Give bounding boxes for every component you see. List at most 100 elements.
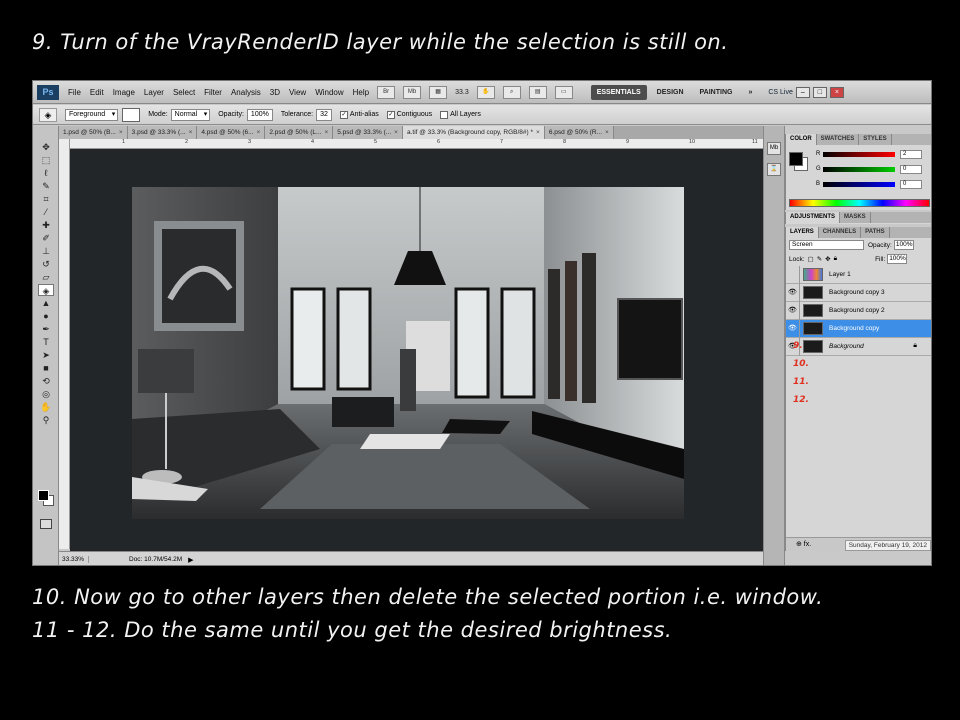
3d-orbit-tool-icon[interactable]: ◎ xyxy=(38,388,54,400)
opacity-field[interactable]: 100% xyxy=(246,108,273,121)
hand-tool-icon[interactable]: ✋ xyxy=(38,401,54,413)
healing-brush-tool-icon[interactable]: ✚ xyxy=(38,219,54,231)
paint-bucket-icon[interactable]: ◈ xyxy=(39,107,57,122)
menu-edit[interactable]: Edit xyxy=(90,88,104,97)
fill-field[interactable]: 100% xyxy=(887,254,908,264)
menu-window[interactable]: Window xyxy=(315,88,343,97)
close-button[interactable]: × xyxy=(829,86,844,98)
pattern-swatch[interactable] xyxy=(122,107,141,122)
layer-row[interactable]: Layer 1 xyxy=(786,265,931,284)
restore-button[interactable]: □ xyxy=(812,86,827,98)
doc-tab[interactable]: 6.psd @ 50% (R... × xyxy=(544,126,614,139)
menu-layer[interactable]: Layer xyxy=(144,88,164,97)
menu-help[interactable]: Help xyxy=(353,88,369,97)
hand-tool-icon[interactable]: ✋ xyxy=(476,85,495,99)
close-tab-icon[interactable]: × xyxy=(257,126,261,139)
eye-icon[interactable]: 👁︎ xyxy=(786,283,800,302)
link-fx-icons[interactable]: ⊕ fx. xyxy=(796,541,811,548)
status-menu-arrow-icon[interactable]: ▶ xyxy=(188,556,193,564)
blend-mode-select[interactable]: Screen xyxy=(789,240,864,250)
tab-masks[interactable]: MASKS xyxy=(840,212,871,223)
brush-tool-icon[interactable]: ✐ xyxy=(38,232,54,244)
cs-live-button[interactable]: CS Live xyxy=(768,89,793,96)
zoom-tool-icon[interactable]: ⌕ xyxy=(502,85,521,99)
close-tab-icon[interactable]: × xyxy=(536,126,540,139)
close-tab-icon[interactable]: × xyxy=(189,126,193,139)
blue-slider-row[interactable]: B 0 xyxy=(816,179,931,189)
close-tab-icon[interactable]: × xyxy=(605,126,609,139)
3d-rotate-tool-icon[interactable]: ⟲ xyxy=(38,375,54,387)
ruler-vertical[interactable] xyxy=(59,139,70,549)
clone-stamp-tool-icon[interactable]: ⊥ xyxy=(38,245,54,257)
menu-analysis[interactable]: Analysis xyxy=(231,88,261,97)
tolerance-field[interactable]: 32 xyxy=(316,108,332,121)
red-slider-row[interactable]: R 2 xyxy=(816,149,931,159)
tab-swatches[interactable]: SWATCHES xyxy=(817,134,860,145)
marquee-tool-icon[interactable]: ⬚ xyxy=(38,154,54,166)
zoom-level[interactable]: 33.3 xyxy=(455,89,469,96)
arrange-documents-icon[interactable]: ▤ xyxy=(528,85,547,99)
history-icon[interactable]: ⌛ xyxy=(767,163,781,176)
eraser-tool-icon[interactable]: ▱ xyxy=(38,271,54,283)
doc-tab[interactable]: 5.psd @ 33.3% (... × xyxy=(333,126,403,139)
foreground-color-swatch[interactable] xyxy=(38,490,49,501)
shape-tool-icon[interactable]: ■ xyxy=(38,362,54,374)
eyedropper-tool-icon[interactable]: ⁄ xyxy=(38,206,54,218)
doc-tab[interactable]: 1.psd @ 50% (B... × xyxy=(59,126,128,139)
move-tool-icon[interactable]: ✥ xyxy=(38,141,54,153)
dodge-tool-icon[interactable]: ● xyxy=(38,310,54,322)
close-tab-icon[interactable]: × xyxy=(324,126,328,139)
mode-select[interactable]: Normal xyxy=(170,108,211,121)
anti-alias-checkbox[interactable]: ✓ Anti-alias xyxy=(339,110,379,119)
red-value[interactable]: 2 xyxy=(900,149,922,159)
contiguous-checkbox[interactable]: ✓ Contiguous xyxy=(386,110,432,119)
fill-source-select[interactable]: Foreground xyxy=(65,108,119,121)
quick-mask-icon[interactable] xyxy=(40,519,52,529)
doc-tab[interactable]: 4.psd @ 50% (6... × xyxy=(197,126,266,139)
quick-select-tool-icon[interactable]: ✎ xyxy=(38,180,54,192)
visibility-toggle[interactable] xyxy=(786,265,800,284)
tab-layers[interactable]: LAYERS xyxy=(786,227,819,238)
extras-button[interactable]: ▦ xyxy=(429,85,448,99)
menu-view[interactable]: View xyxy=(289,88,306,97)
status-zoom[interactable]: 33.33% xyxy=(59,556,89,563)
minimize-button[interactable]: – xyxy=(795,86,810,98)
canvas-area[interactable] xyxy=(70,149,763,551)
zoom-tool-icon[interactable]: ⚲ xyxy=(38,414,54,426)
workspace-essentials[interactable]: ESSENTIALS xyxy=(590,84,647,100)
eye-icon[interactable]: 👁︎ xyxy=(786,319,800,338)
bridge-button[interactable]: Br xyxy=(377,85,396,99)
lock-all-icon[interactable]: 🔒︎ xyxy=(834,255,837,263)
workspace-design[interactable]: DESIGN xyxy=(651,85,690,100)
green-value[interactable]: 0 xyxy=(900,164,922,174)
layer-row[interactable]: 👁︎ Background copy 3 xyxy=(786,283,931,302)
screen-mode-icon[interactable]: ▭ xyxy=(554,85,573,99)
lasso-tool-icon[interactable]: ℓ xyxy=(38,167,54,179)
doc-tab-active[interactable]: a.tif @ 33.3% (Background copy, RGB/8#) … xyxy=(402,126,545,139)
menu-filter[interactable]: Filter xyxy=(204,88,222,97)
lock-position-icon[interactable]: ✥ xyxy=(825,255,830,263)
type-tool-icon[interactable]: T xyxy=(38,336,54,348)
foreground-color-swatch[interactable] xyxy=(789,152,803,166)
layer-row-selected[interactable]: 👁︎ Background copy xyxy=(786,319,931,338)
menu-file[interactable]: File xyxy=(68,88,81,97)
blur-tool-icon[interactable]: ▲ xyxy=(38,297,54,309)
menu-3d[interactable]: 3D xyxy=(270,88,280,97)
mini-bridge-icon[interactable]: Mb xyxy=(767,142,781,155)
close-tab-icon[interactable]: × xyxy=(119,126,123,139)
paint-bucket-tool-icon[interactable]: ◈ xyxy=(38,284,54,296)
layer-opacity-field[interactable]: 100% xyxy=(893,240,914,250)
tab-channels[interactable]: CHANNELS xyxy=(819,227,862,238)
ruler-horizontal[interactable]: 1 2 3 4 5 6 7 8 9 10 11 xyxy=(70,139,763,149)
lock-transparency-icon[interactable]: ▢ xyxy=(808,255,814,263)
tab-adjustments[interactable]: ADJUSTMENTS xyxy=(786,212,841,223)
red-slider[interactable] xyxy=(823,151,895,157)
tab-paths[interactable]: PATHS xyxy=(861,227,890,238)
pen-tool-icon[interactable]: ✒ xyxy=(38,323,54,335)
close-tab-icon[interactable]: × xyxy=(394,126,398,139)
workspace-painting[interactable]: PAINTING xyxy=(694,85,739,100)
menu-image[interactable]: Image xyxy=(113,88,135,97)
green-slider-row[interactable]: G 0 xyxy=(816,164,931,174)
eye-icon[interactable]: 👁︎ xyxy=(786,301,800,320)
doc-tab[interactable]: 3.psd @ 33.3% (... × xyxy=(127,126,198,139)
